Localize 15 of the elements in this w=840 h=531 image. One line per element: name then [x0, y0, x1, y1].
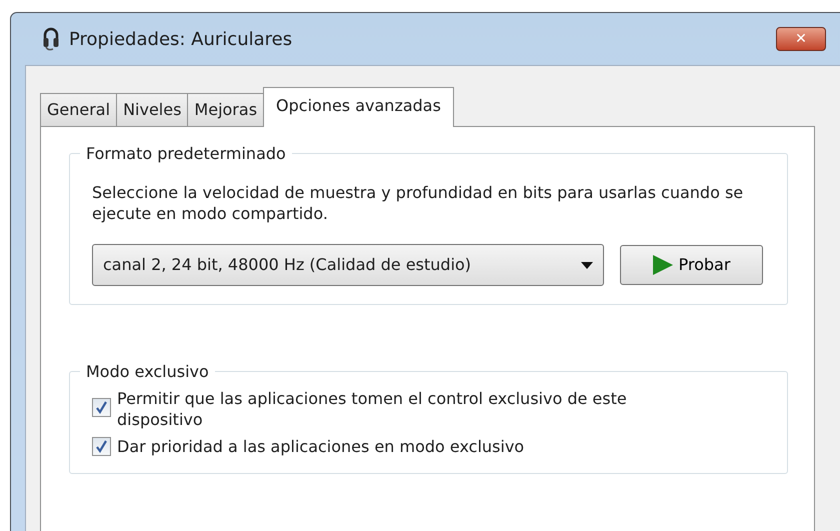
caret-icon — [580, 262, 593, 268]
tab[interactable]: General — [40, 93, 118, 126]
test-button[interactable]: Probar — [620, 245, 763, 285]
checkbox-label: Permitir que las aplicaciones tomen el control exclusivo de este dispositivo — [117, 388, 628, 430]
tab[interactable]: Mejoras — [187, 93, 264, 126]
format-dropdown[interactable]: canal 2, 24 bit, 48000 Hz (Calidad de estudio) — [92, 244, 604, 286]
play-icon — [652, 254, 674, 276]
headset-icon — [43, 27, 59, 51]
checkbox[interactable] — [92, 398, 111, 417]
checkbox-label: Dar prioridad a las aplicaciones en modo exclusivo — [117, 436, 524, 457]
window-title: Propiedades: Auriculares — [69, 28, 292, 52]
tab[interactable]: Opciones avanzadas — [263, 87, 454, 127]
tab[interactable]: Niveles — [116, 93, 188, 126]
checkbox[interactable] — [92, 437, 111, 456]
description-text: Seleccione la velocidad de muestra y profundidad en bits para usarlas cuando se ejecute en modo compartido. — [92, 182, 744, 224]
